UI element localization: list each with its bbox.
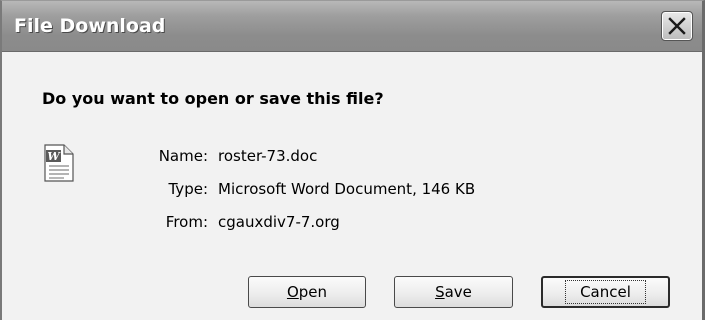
name-value: roster-73.doc <box>218 147 318 165</box>
save-button[interactable]: Save <box>394 276 513 308</box>
cancel-focus-rect: Cancel <box>565 280 646 304</box>
name-label: Name: <box>158 147 208 165</box>
open-label-rest: pen <box>298 283 328 301</box>
type-value: Microsoft Word Document, 146 KB <box>218 180 476 198</box>
title-bar[interactable]: File Download <box>2 1 702 52</box>
cancel-button[interactable]: Cancel <box>541 276 670 308</box>
file-download-dialog: File Download Do you want to open or sav… <box>0 0 705 320</box>
close-x-icon <box>668 17 686 35</box>
window-title: File Download <box>14 15 166 37</box>
type-label: Type: <box>168 180 208 198</box>
cancel-label: Cancel <box>580 283 631 301</box>
from-label: From: <box>165 213 208 231</box>
close-button[interactable] <box>661 11 693 41</box>
save-mnemonic: S <box>435 283 445 301</box>
save-label-rest: ave <box>444 283 472 301</box>
svg-text:W: W <box>47 150 61 163</box>
dialog-question: Do you want to open or save this file? <box>42 89 384 108</box>
open-button[interactable]: Open <box>248 276 366 308</box>
open-mnemonic: O <box>286 283 299 301</box>
from-value: cgauxdiv7-7.org <box>218 213 340 231</box>
word-document-icon: W <box>44 144 74 182</box>
